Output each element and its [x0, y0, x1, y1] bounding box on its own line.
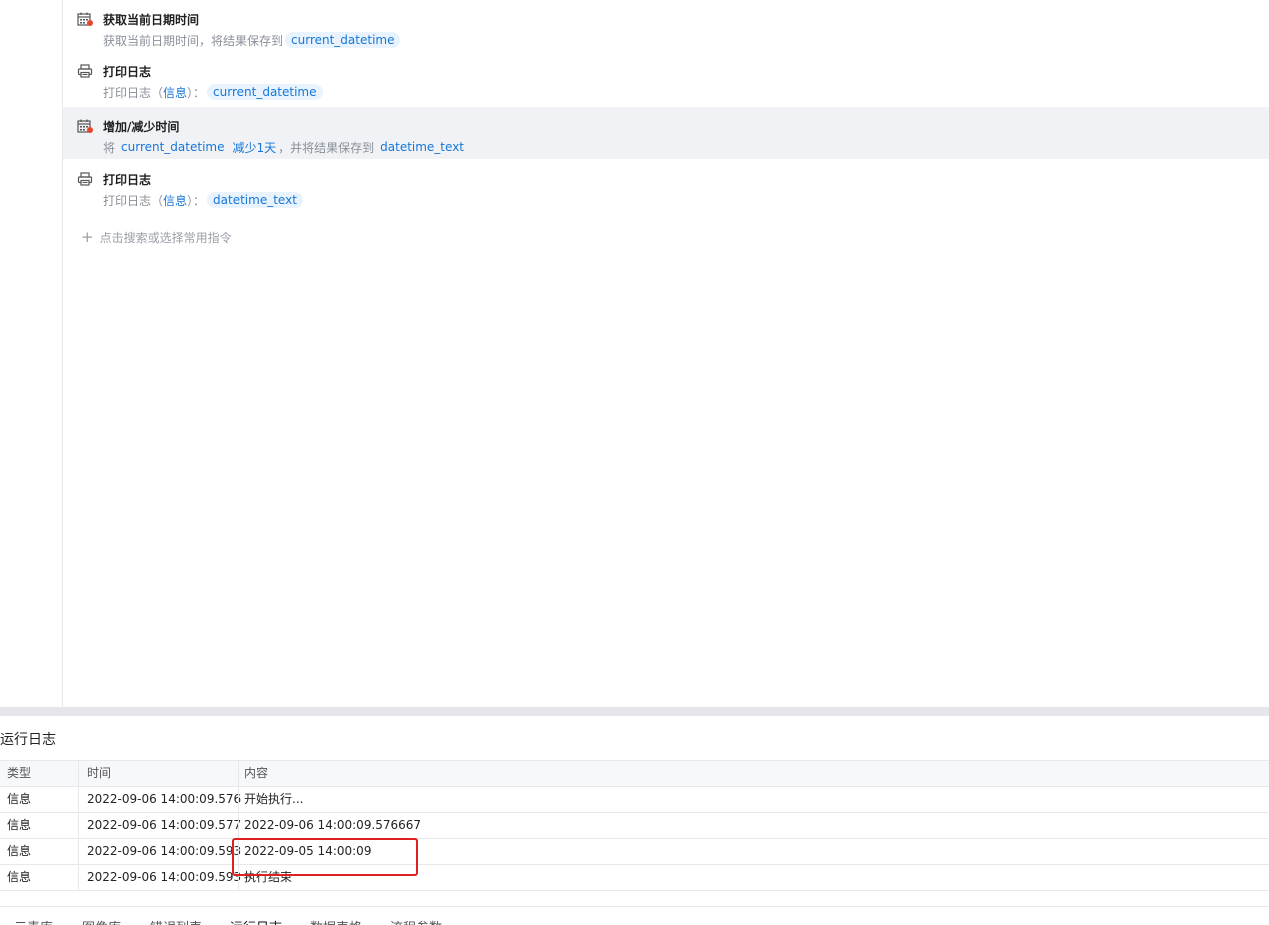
- variable-chip[interactable]: current_datetime: [117, 139, 228, 155]
- desc-text: ，并将结果保存到: [278, 140, 375, 155]
- column-divider: [238, 787, 239, 812]
- cell-time: 2022-09-06 14:00:09.593: [87, 844, 242, 858]
- column-divider[interactable]: [238, 761, 239, 786]
- flow-step-adjust-time[interactable]: 增加/减少时间 将 current_datetime 减少1天 ，并将结果保存到…: [63, 107, 1269, 159]
- desc-text: 获取当前日期时间，将结果保存到: [103, 33, 284, 48]
- cell-type: 信息: [7, 818, 32, 832]
- add-command-button[interactable]: + 点击搜索或选择常用指令: [81, 228, 232, 246]
- flow-step-get-datetime[interactable]: 获取当前日期时间 获取当前日期时间，将结果保存到 current_datetim…: [63, 0, 1269, 52]
- desc-text: 打印日志（: [103, 85, 164, 100]
- step-title: 增加/减少时间: [103, 120, 180, 134]
- printer-icon: [77, 172, 93, 186]
- desc-text: ）：: [187, 193, 206, 208]
- header-content[interactable]: 内容: [244, 761, 268, 786]
- desc-text: 打印日志（: [103, 193, 164, 208]
- column-divider: [238, 813, 239, 838]
- highlight-annotation: [232, 838, 418, 876]
- operation-text[interactable]: 减少1天: [232, 139, 276, 156]
- calendar-icon: [77, 12, 93, 26]
- column-divider: [78, 865, 79, 890]
- column-divider: [78, 839, 79, 864]
- flow-canvas: 获取当前日期时间 获取当前日期时间，将结果保存到 current_datetim…: [63, 0, 1269, 707]
- table-row[interactable]: 信息 2022-09-06 14:00:09.593 2022-09-05 14…: [0, 839, 1269, 865]
- log-level-link[interactable]: 信息: [163, 192, 187, 209]
- flow-step-print-log[interactable]: 打印日志 打印日志（ 信息 ）： current_datetime: [63, 52, 1269, 104]
- step-title: 获取当前日期时间: [103, 13, 200, 27]
- left-gutter: [0, 0, 63, 707]
- variable-chip[interactable]: datetime_text: [207, 192, 303, 208]
- step-title: 打印日志: [103, 65, 152, 79]
- bottom-tab-bar: 元素库 图像库 错误列表 运行日志 数据表格 流程参数: [0, 906, 1269, 925]
- cell-time: 2022-09-06 14:00:09.577: [87, 818, 242, 832]
- flow-step-print-log[interactable]: 打印日志 打印日志（ 信息 ）： datetime_text: [63, 160, 1269, 212]
- add-command-label: 点击搜索或选择常用指令: [99, 230, 232, 245]
- cell-time: 2022-09-06 14:00:09.593: [87, 870, 242, 884]
- step-description: 将 current_datetime 减少1天 ，并将结果保存到 datetim…: [103, 138, 470, 156]
- printer-icon: [77, 64, 93, 78]
- desc-text: 将: [103, 140, 116, 155]
- table-row[interactable]: 信息 2022-09-06 14:00:09.593 执行结束: [0, 865, 1269, 891]
- log-panel-title: 运行日志: [0, 732, 56, 748]
- panel-splitter[interactable]: [0, 707, 1269, 716]
- step-description: 打印日志（ 信息 ）： datetime_text: [103, 191, 305, 209]
- table-row[interactable]: 信息 2022-09-06 14:00:09.576 开始执行...: [0, 787, 1269, 813]
- column-divider[interactable]: [78, 761, 79, 786]
- cell-type: 信息: [7, 844, 32, 858]
- plus-icon: +: [81, 228, 94, 246]
- cell-type: 信息: [7, 870, 32, 884]
- variable-chip[interactable]: datetime_text: [376, 139, 468, 155]
- variable-chip[interactable]: current_datetime: [285, 32, 401, 48]
- cell-content: 2022-09-06 14:00:09.576667: [244, 818, 422, 832]
- log-table: 类型 时间 内容 信息 2022-09-06 14:00:09.576 开始执行…: [0, 760, 1269, 891]
- cell-time: 2022-09-06 14:00:09.576: [87, 792, 242, 806]
- step-title: 打印日志: [103, 173, 152, 187]
- step-description: 获取当前日期时间，将结果保存到 current_datetime: [103, 31, 402, 49]
- log-level-link[interactable]: 信息: [163, 84, 187, 101]
- cell-content: 开始执行...: [244, 792, 304, 806]
- table-header: 类型 时间 内容: [0, 761, 1269, 787]
- calendar-icon: [77, 119, 93, 133]
- desc-text: ）：: [187, 85, 206, 100]
- step-description: 打印日志（ 信息 ）： current_datetime: [103, 83, 325, 101]
- column-divider: [78, 787, 79, 812]
- column-divider: [78, 813, 79, 838]
- header-time[interactable]: 时间: [87, 761, 111, 786]
- cell-type: 信息: [7, 792, 32, 806]
- header-type[interactable]: 类型: [7, 761, 31, 786]
- table-row[interactable]: 信息 2022-09-06 14:00:09.577 2022-09-06 14…: [0, 813, 1269, 839]
- variable-chip[interactable]: current_datetime: [207, 84, 323, 100]
